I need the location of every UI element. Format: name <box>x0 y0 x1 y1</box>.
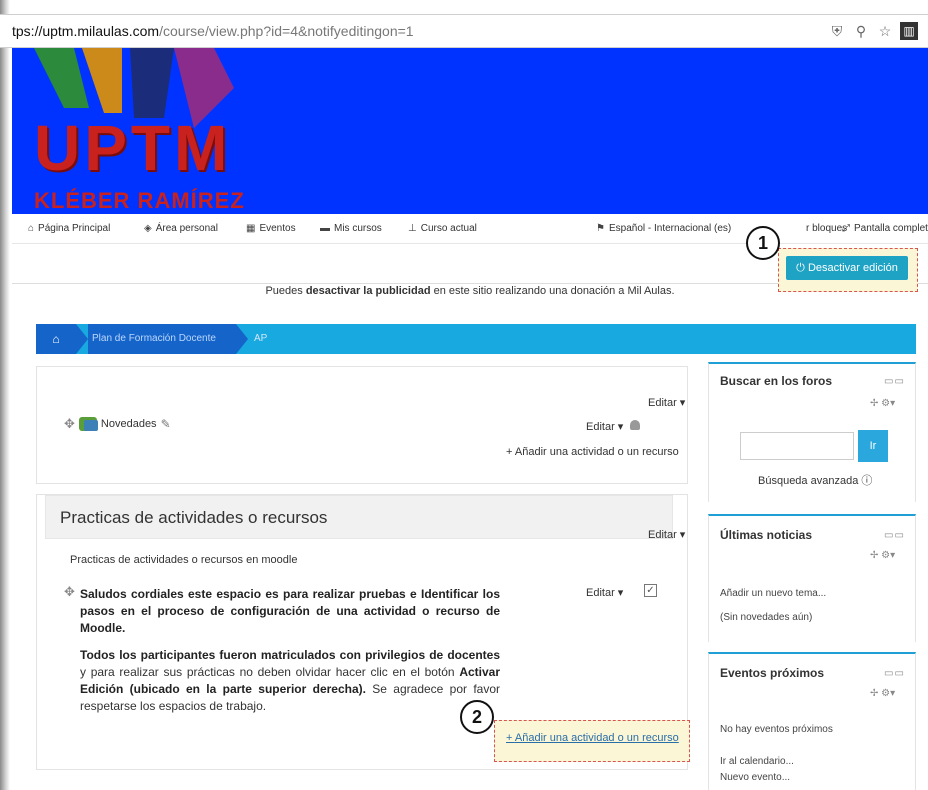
para2-bold-a: Todos los participantes fueron matricula… <box>80 648 500 662</box>
move-icon[interactable]: ✥ <box>64 416 75 432</box>
star-icon[interactable]: ☆ <box>876 22 894 40</box>
block-title: Buscar en los foros <box>720 374 833 388</box>
browser-window: tps://uptm.milaulas.com/course/view.php?… <box>0 0 928 790</box>
nav-fullscreen[interactable]: ⤢ Pantalla completa <box>842 223 928 234</box>
help-icon[interactable]: ⓘ <box>861 475 872 487</box>
block-title: Eventos próximos <box>720 666 825 680</box>
nav-dashboard[interactable]: ◈ Área personal <box>144 223 218 234</box>
ad-prefix: Puedes <box>265 285 306 297</box>
block-title: Últimas noticias <box>720 528 813 542</box>
activity-name[interactable]: Novedades <box>101 418 157 430</box>
events-empty-text: No hay eventos próximos <box>720 724 833 735</box>
url-bar-icons: ⛨ ⚲ ☆ ▥ <box>828 22 918 40</box>
calendar-icon: ▦ <box>246 223 256 234</box>
nav-label: Español - Internacional (es) <box>608 223 732 234</box>
url-text[interactable]: tps://uptm.milaulas.com/course/view.php?… <box>12 23 414 39</box>
breadcrumb: ⌂ Plan de Formación Docente AP <box>36 324 916 354</box>
section-summary: Practicas de actividades o recursos en m… <box>70 554 298 566</box>
flag-icon: ⚑ <box>596 223 605 234</box>
url-host: tps://uptm.milaulas.com <box>12 23 160 39</box>
address-bar[interactable]: tps://uptm.milaulas.com/course/view.php?… <box>0 14 928 48</box>
breadcrumb-home[interactable]: ⌂ <box>36 324 76 354</box>
sitemap-icon: ⊥ <box>408 223 417 234</box>
deactivate-edit-label: Desactivar edición <box>807 262 898 274</box>
move-icon[interactable]: ✥ <box>64 584 75 600</box>
add-topic-link[interactable]: Añadir un nuevo tema... <box>720 588 826 599</box>
zoom-icon[interactable]: ⚲ <box>852 22 870 40</box>
nav-blocks[interactable]: r bloques <box>806 223 847 234</box>
label-paragraph-1: Saludos cordiales este espacio es para r… <box>80 587 500 635</box>
breadcrumb-item-course[interactable]: Plan de Formación Docente <box>88 324 236 354</box>
site-banner: UPTM KLÉBER RAMÍREZ <box>12 48 928 214</box>
block-gear-icon[interactable]: ✢ ⚙▾ <box>870 550 895 561</box>
reader-icon[interactable]: ▥ <box>900 22 918 40</box>
breadcrumb-item-current[interactable]: AP <box>254 324 267 354</box>
activity-news-forum[interactable]: ✥ Novedades ✎ <box>64 416 171 432</box>
section-title: Practicas de actividades o recursos <box>60 508 328 527</box>
nav-my-courses[interactable]: ▬ Mis cursos <box>320 223 382 234</box>
calendar-link[interactable]: Ir al calendario... <box>720 756 794 767</box>
home-icon: ⌂ <box>28 223 35 234</box>
nav-label: Página Principal <box>38 223 111 234</box>
label-content: Saludos cordiales este espacio es para r… <box>80 586 500 715</box>
forum-icon <box>78 417 98 431</box>
nav-events[interactable]: ▦ Eventos <box>246 223 296 234</box>
nav-label: Área personal <box>155 223 218 234</box>
completion-checkbox-icon[interactable]: ✓ <box>644 584 657 597</box>
expand-icon: ⤢ <box>842 223 850 234</box>
edit-label: Editar <box>648 397 677 409</box>
advanced-search-label: Búsqueda avanzada <box>758 475 859 487</box>
callout-1: 1 <box>746 226 780 260</box>
pencil-icon[interactable]: ✎ <box>161 417 171 431</box>
user-icon[interactable] <box>630 420 641 430</box>
logo-subtitle: KLÉBER RAMÍREZ <box>34 188 245 213</box>
label-paragraph-2: Todos los participantes fueron matricula… <box>80 647 500 715</box>
edit-label: Editar <box>586 587 615 599</box>
nav-label: Mis cursos <box>334 223 382 234</box>
edit-label: Editar <box>648 529 677 541</box>
ad-suffix: en este sitio realizando una donación a … <box>430 285 675 297</box>
activity-edit-menu[interactable]: Editar ▾ <box>586 420 641 433</box>
url-path: /course/view.php?id=4&notifyeditingon=1 <box>159 23 414 39</box>
new-event-link[interactable]: Nuevo evento... <box>720 772 790 783</box>
add-activity-label: Añadir una actividad o un recurso <box>514 732 679 744</box>
label-edit-menu[interactable]: Editar ▾ <box>586 586 623 599</box>
shield-icon[interactable]: ⛨ <box>828 22 846 40</box>
block-dock-icon[interactable]: ▭▭ <box>884 530 905 541</box>
nav-label: Curso actual <box>420 223 477 234</box>
ad-notice: Puedes desactivar la publicidad en este … <box>12 285 928 297</box>
logo-text: UPTM <box>34 112 232 184</box>
block-dock-icon[interactable]: ▭▭ <box>884 668 905 679</box>
block-gear-icon[interactable]: ✢ ⚙▾ <box>870 688 895 699</box>
forum-search-button[interactable]: Ir <box>858 430 888 462</box>
home-icon: ⌂ <box>52 332 60 346</box>
para2-text-b: y para realizar sus prácticas no deben o… <box>80 665 460 679</box>
breadcrumb-separator <box>236 324 248 354</box>
news-empty-text: (Sin novedades aún) <box>720 612 813 623</box>
section-edit-menu[interactable]: Editar ▾ <box>648 528 685 541</box>
forum-search-input[interactable] <box>740 432 854 460</box>
nav-home[interactable]: ⌂ Página Principal <box>28 223 110 234</box>
advanced-search-link[interactable]: Búsqueda avanzada ⓘ <box>758 472 872 488</box>
nav-current-course[interactable]: ⊥ Curso actual <box>408 223 477 234</box>
callout-2: 2 <box>460 700 494 734</box>
add-activity-link[interactable]: + Añadir una actividad o un recurso <box>506 732 679 744</box>
ad-link[interactable]: desactivar la publicidad <box>306 285 431 297</box>
deactivate-edit-button[interactable]: ⏻ Desactivar edición <box>786 256 908 280</box>
dashboard-icon: ◈ <box>144 223 152 234</box>
nav-label: Eventos <box>259 223 296 234</box>
window-edge <box>0 0 10 790</box>
breadcrumb-separator <box>76 324 88 354</box>
nav-label: Pantalla completa <box>854 223 928 234</box>
section-edit-menu[interactable]: Editar ▾ <box>648 396 685 409</box>
nav-language[interactable]: ⚑ Español - Internacional (es) <box>596 223 731 234</box>
main-nav: ⌂ Página Principal ◈ Área personal ▦ Evento… <box>12 214 928 244</box>
block-dock-icon[interactable]: ▭▭ <box>884 376 905 387</box>
courses-icon: ▬ <box>320 223 330 234</box>
nav-label: r bloques <box>806 223 848 234</box>
block-gear-icon[interactable]: ✢ ⚙▾ <box>870 398 895 409</box>
edit-label: Editar <box>586 421 615 433</box>
add-activity-link[interactable]: + Añadir una actividad o un recurso <box>506 446 679 458</box>
